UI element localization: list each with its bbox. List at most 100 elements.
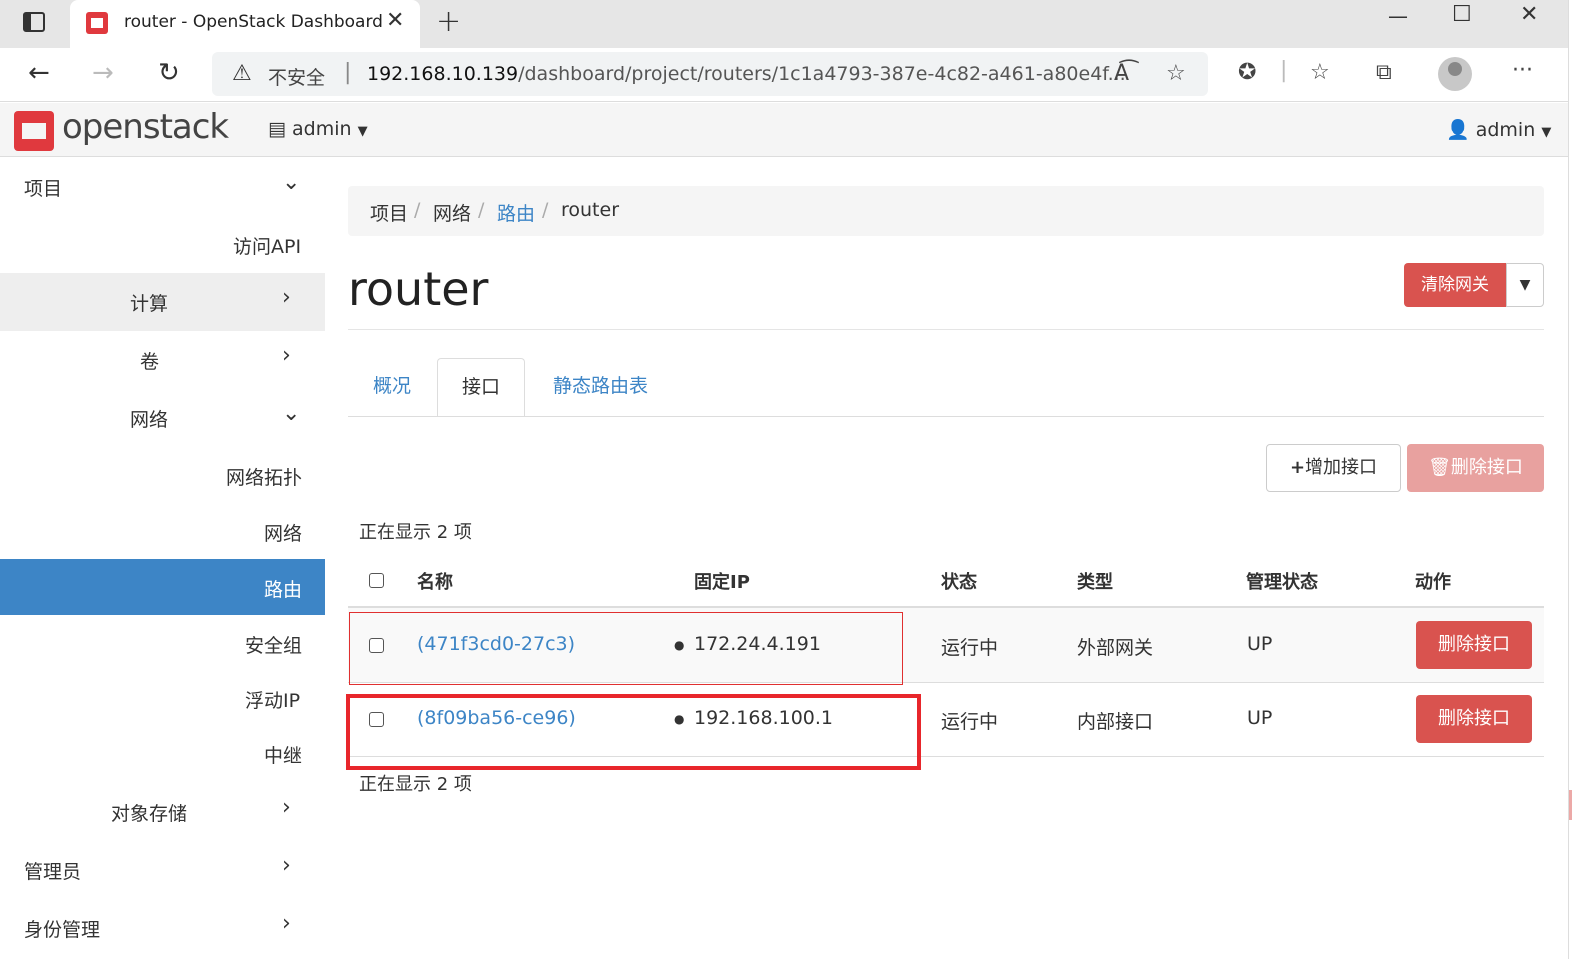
admin-state-value: UP — [1247, 633, 1273, 655]
title-divider — [348, 329, 1544, 330]
sidebar-item-trunks[interactable]: 中继 — [0, 725, 325, 781]
sidebar-item-label: 访问API — [233, 236, 302, 258]
chevron-right-icon: › — [282, 911, 291, 936]
delete-interfaces-button[interactable]: 🗑删除接口 — [1407, 444, 1544, 492]
clear-gateway-button[interactable]: 清除网关 — [1404, 263, 1506, 307]
sidebar-item-compute[interactable]: 计算 › — [0, 273, 325, 331]
tab-title: router - OpenStack Dashboard — [124, 12, 383, 32]
edge-marker — [1569, 790, 1572, 820]
openstack-favicon-icon — [86, 12, 108, 34]
chevron-right-icon: › — [282, 853, 291, 878]
maximize-icon[interactable]: ☐ — [1452, 2, 1472, 27]
annotation-box-external-gateway — [349, 612, 903, 685]
sidebar-item-admin[interactable]: 管理员 › — [0, 841, 325, 897]
project-list-icon: ▤ — [268, 118, 286, 140]
favorites-icon[interactable]: ☆ — [1310, 60, 1330, 85]
column-header-admin-state[interactable]: 管理状态 — [1246, 568, 1318, 594]
tab-interfaces[interactable]: 接口 — [437, 358, 525, 417]
browser-tab[interactable]: router - OpenStack Dashboard ✕ — [70, 0, 420, 48]
reload-icon[interactable]: ↻ — [158, 58, 180, 88]
chevron-right-icon: › — [282, 343, 291, 368]
chevron-down-icon: ⌄ — [282, 170, 301, 195]
caret-down-icon: ▼ — [1519, 277, 1531, 293]
admin-state-value: UP — [1247, 707, 1273, 729]
warning-icon[interactable]: ⚠ — [232, 61, 252, 86]
close-tab-icon[interactable]: ✕ — [386, 8, 404, 33]
breadcrumb-project: 项目 — [370, 203, 409, 225]
breadcrumb-routers-link[interactable]: 路由 — [497, 199, 535, 226]
sidebar-item-label: 对象存储 — [111, 803, 188, 825]
url-text[interactable]: 192.168.10.139/dashboard/project/routers… — [367, 63, 1126, 85]
project-selector[interactable]: ▤ admin ▼ — [268, 118, 368, 140]
url-host: 192.168.10.139 — [367, 63, 519, 85]
delete-interface-button[interactable]: 删除接口 — [1416, 621, 1532, 669]
read-aloud-icon[interactable]: A͡ — [1114, 61, 1129, 86]
breadcrumb-separator: / — [478, 199, 485, 221]
back-icon[interactable]: ← — [28, 58, 50, 88]
close-window-icon[interactable]: ✕ — [1520, 2, 1538, 27]
user-menu[interactable]: 👤 admin ▼ — [1446, 118, 1551, 141]
page-title: router — [348, 262, 489, 316]
sidebar-item-security-groups[interactable]: 安全组 — [0, 615, 325, 671]
more-actions-caret-button[interactable]: ▼ — [1506, 263, 1544, 307]
sidebar-item-api-access[interactable]: 访问API — [0, 216, 325, 272]
sidebar-item-routers[interactable]: 路由 — [0, 559, 325, 615]
sidebar-item-label: 中继 — [264, 745, 303, 767]
forward-icon[interactable]: → — [92, 58, 114, 88]
breadcrumb-separator: / — [542, 199, 549, 221]
sidebar-item-floating-ips[interactable]: 浮动IP — [0, 670, 325, 726]
sidebar-item-label: 网络 — [130, 409, 169, 431]
sidebar-item-volumes[interactable]: 卷 › — [0, 331, 325, 387]
sidebar-item-label: 计算 — [130, 293, 169, 315]
sidebar-item-project[interactable]: 项目 ⌄ — [0, 158, 325, 214]
item-count-top: 正在显示 2 项 — [359, 522, 472, 543]
caret-down-icon: ▼ — [357, 124, 368, 139]
sidebar-item-object-store[interactable]: 对象存储 › — [0, 783, 325, 839]
tab-actions-icon[interactable] — [22, 10, 46, 34]
project-selector-label: admin — [292, 118, 352, 140]
breadcrumb-separator: / — [414, 199, 421, 221]
add-favorite-icon[interactable]: ☆ — [1166, 61, 1186, 86]
delete-interface-button[interactable]: 删除接口 — [1416, 695, 1532, 743]
minimize-icon[interactable]: — — [1388, 4, 1408, 28]
tab-static-routes[interactable]: 静态路由表 — [538, 358, 663, 417]
sidebar-item-networks[interactable]: 网络 — [0, 503, 325, 559]
delete-interfaces-label: 删除接口 — [1450, 457, 1523, 478]
tabs-divider — [348, 416, 1544, 417]
user-icon: 👤 — [1446, 119, 1470, 141]
sidebar-item-label: 管理员 — [24, 861, 82, 883]
column-header-actions: 动作 — [1415, 572, 1451, 593]
more-menu-icon[interactable]: ··· — [1512, 58, 1533, 83]
select-all-checkbox[interactable] — [369, 573, 384, 588]
browser-tab-strip: router - OpenStack Dashboard ✕ + — ☐ ✕ — [0, 0, 1568, 48]
extensions-icon[interactable]: ✪ — [1238, 60, 1256, 85]
openstack-logo-icon[interactable] — [14, 111, 54, 151]
sidebar-item-label: 浮动IP — [245, 690, 301, 712]
url-separator: | — [344, 60, 352, 85]
openstack-logo-text[interactable]: openstack — [62, 107, 229, 147]
toolbar-divider: | — [1280, 58, 1288, 83]
breadcrumb: 项目 / 网络 / 路由 / router — [348, 186, 1544, 236]
column-header-fixed-ip[interactable]: 固定IP — [694, 568, 750, 594]
item-count-bottom: 正在显示 2 项 — [359, 774, 472, 795]
sidebar-item-label: 网络 — [264, 523, 303, 545]
tab-overview[interactable]: 概况 — [348, 358, 436, 417]
sidebar-item-label: 网络拓扑 — [226, 467, 303, 489]
profile-avatar[interactable] — [1438, 57, 1472, 91]
caret-down-icon: ▼ — [1541, 125, 1552, 140]
new-tab-icon[interactable]: + — [436, 4, 461, 39]
chevron-down-icon: ⌄ — [282, 401, 301, 426]
add-interface-button[interactable]: +增加接口 — [1266, 444, 1401, 492]
sidebar-item-network-topology[interactable]: 网络拓扑 — [0, 447, 325, 503]
sidebar-item-label: 卷 — [140, 351, 160, 373]
column-header-status[interactable]: 状态 — [941, 568, 977, 594]
status-value: 运行中 — [941, 711, 999, 733]
sidebar-item-identity[interactable]: 身份管理 › — [0, 899, 325, 955]
column-header-type[interactable]: 类型 — [1077, 568, 1113, 594]
chevron-right-icon: › — [282, 285, 291, 310]
insecure-label[interactable]: 不安全 — [268, 63, 325, 90]
collections-icon[interactable]: ⧉ — [1376, 60, 1392, 85]
sidebar-item-network[interactable]: 网络 ⌄ — [0, 389, 325, 445]
column-header-name[interactable]: 名称 — [417, 568, 453, 594]
url-field[interactable]: ⚠ 不安全 | 192.168.10.139/dashboard/project… — [212, 52, 1208, 96]
